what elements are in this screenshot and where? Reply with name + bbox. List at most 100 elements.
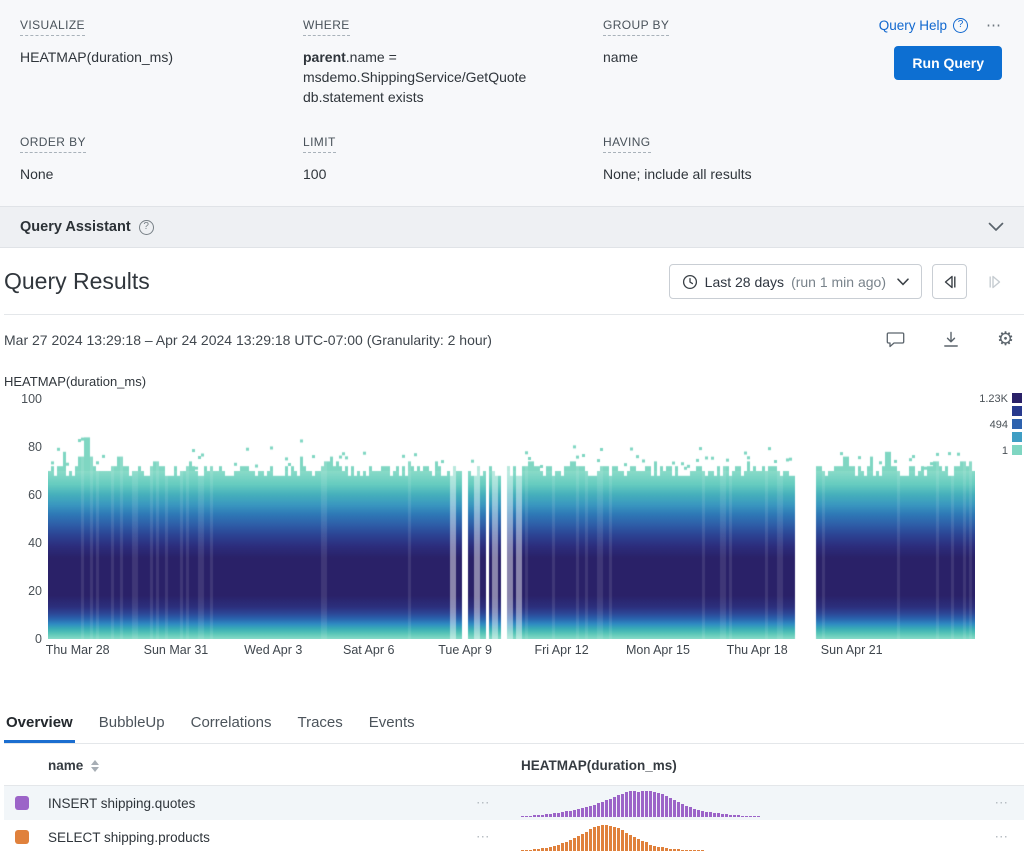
legend-swatch [1012, 432, 1022, 442]
limit-clause: LIMIT 100 [303, 133, 603, 184]
legend-swatch [1012, 393, 1022, 403]
y-tick-label: 40 [28, 536, 42, 550]
order-by-value[interactable]: None [20, 164, 292, 184]
histogram-bar [553, 813, 556, 817]
histogram-bar [541, 848, 544, 851]
histogram-bar [605, 800, 608, 817]
query-builder: VISUALIZE HEATMAP(duration_ms) WHERE par… [0, 0, 1024, 206]
histogram-bar [665, 796, 668, 817]
limit-value[interactable]: 100 [303, 164, 575, 184]
run-query-button[interactable]: Run Query [894, 46, 1002, 80]
histogram-bar [729, 815, 732, 817]
legend-swatches [1012, 393, 1022, 455]
histogram-bar [565, 842, 568, 851]
histogram-bar [617, 828, 620, 851]
y-tick-label: 100 [21, 392, 42, 406]
histogram-bar [549, 814, 552, 817]
history-back-icon [941, 274, 959, 290]
column-header-name[interactable]: name [48, 758, 99, 773]
history-back-button[interactable] [932, 264, 967, 299]
histogram-bar [645, 842, 648, 851]
duration-histogram [521, 789, 760, 817]
time-range-selector[interactable]: Last 28 days (run 1 min ago) [669, 264, 922, 299]
histogram-bar [641, 791, 644, 817]
row-more-icon[interactable]: ⋯ [995, 829, 1011, 845]
more-options-icon[interactable]: ⋯ [986, 16, 1002, 34]
legend-labels: 1.23K4941 [978, 393, 1008, 457]
histogram-bar [613, 797, 616, 817]
heatmap-canvas[interactable] [48, 399, 975, 639]
where-line-1-rest: .name = [346, 49, 397, 65]
histogram-bar [589, 806, 592, 817]
histogram-bar [645, 791, 648, 817]
row-more-icon[interactable]: ⋯ [476, 795, 492, 811]
histogram-bar [677, 802, 680, 817]
tab-traces[interactable]: Traces [295, 705, 344, 743]
histogram-bar [685, 806, 688, 817]
where-line-3[interactable]: db.statement exists [303, 87, 575, 107]
query-help-link[interactable]: Query Help [879, 18, 947, 33]
histogram-bar [593, 805, 596, 817]
where-line-2[interactable]: msdemo.ShippingService/GetQuote [303, 67, 575, 87]
help-question-icon[interactable]: ? [953, 18, 968, 33]
group-by-value[interactable]: name [603, 47, 823, 67]
tab-bubbleup[interactable]: BubbleUp [97, 705, 167, 743]
page-title: Query Results [4, 268, 150, 295]
legend-label: 1 [978, 445, 1008, 457]
chevron-down-icon[interactable] [988, 222, 1004, 232]
heatmap-chart: 020406080100 1.23K4941 [4, 399, 1024, 639]
table-row[interactable]: SELECT shipping.products ⋯ ⋯ [4, 820, 1024, 854]
row-more-icon[interactable]: ⋯ [995, 795, 1011, 811]
settings-gear-icon[interactable]: ⚙ [997, 328, 1014, 351]
results-meta-icons: ⚙ [886, 328, 1014, 351]
visualize-value[interactable]: HEATMAP(duration_ms) [20, 47, 292, 67]
having-value[interactable]: None; include all results [603, 164, 823, 184]
histogram-bar [573, 810, 576, 817]
histogram-bar [689, 850, 692, 851]
chart-title: HEATMAP(duration_ms) [4, 374, 1024, 389]
time-range-note: (run 1 min ago) [791, 274, 886, 290]
where-value[interactable]: parent.name = msdemo.ShippingService/Get… [303, 47, 575, 107]
histogram-bar [561, 812, 564, 817]
tab-events[interactable]: Events [367, 705, 417, 743]
tab-overview[interactable]: Overview [4, 705, 75, 743]
histogram-bar [625, 792, 628, 817]
histogram-bar [569, 811, 572, 817]
heatmap-legend: 1.23K4941 [978, 393, 1022, 457]
histogram-bar [661, 847, 664, 851]
histogram-bar [605, 825, 608, 851]
histogram-bar [609, 799, 612, 817]
assistant-question-icon[interactable]: ? [139, 220, 154, 235]
histogram-bar [541, 815, 544, 817]
query-assistant-bar[interactable]: Query Assistant ? [0, 206, 1024, 248]
histogram-bar [637, 839, 640, 851]
download-icon [943, 331, 959, 348]
comments-icon [886, 331, 905, 348]
results-meta-row: Mar 27 2024 13:29:18 – Apr 24 2024 13:29… [4, 315, 1024, 360]
histogram-bar [633, 791, 636, 817]
row-more-icon[interactable]: ⋯ [476, 829, 492, 845]
histogram-bar [625, 833, 628, 851]
histogram-bar [545, 814, 548, 817]
tab-correlations[interactable]: Correlations [189, 705, 274, 743]
download-button[interactable] [943, 331, 959, 348]
where-line-1[interactable]: parent.name = [303, 47, 575, 67]
sort-icon[interactable] [91, 760, 99, 772]
table-row[interactable]: INSERT shipping.quotes ⋯ ⋯ [4, 786, 1024, 820]
history-forward-button[interactable] [977, 264, 1012, 299]
histogram-bar [697, 810, 700, 817]
x-tick-label: Thu Apr 18 [727, 643, 788, 657]
histogram-bar [653, 792, 656, 817]
x-tick-label: Sat Apr 6 [343, 643, 394, 657]
histogram-bar [621, 830, 624, 851]
histogram-bar [721, 814, 724, 817]
histogram-bar [685, 850, 688, 851]
histogram-bar [529, 816, 532, 817]
histogram-bar [673, 849, 676, 851]
histogram-bar [577, 809, 580, 817]
histogram-bar [597, 826, 600, 851]
comments-button[interactable] [886, 331, 905, 348]
histogram-bar [533, 849, 536, 851]
histogram-bar [561, 843, 564, 851]
histogram-bar [693, 850, 696, 851]
